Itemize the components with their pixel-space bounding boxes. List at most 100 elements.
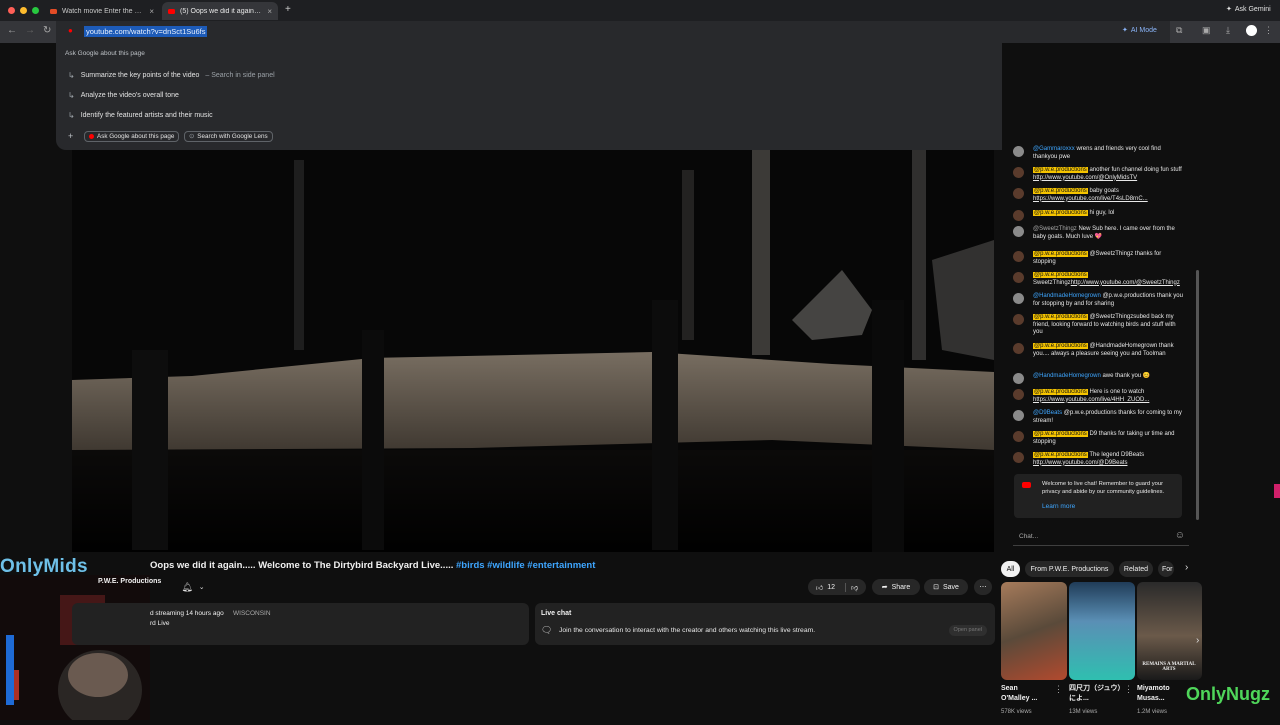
emoji-icon[interactable]: ☺ [1175,530,1185,541]
open-panel-button[interactable]: Open panel [948,625,987,636]
more-actions-button[interactable]: ⋯ [974,579,992,595]
related-menu-icon[interactable]: ⋮ [1054,684,1063,695]
filter-for-you[interactable]: For [1158,561,1174,577]
minimize-window-button[interactable] [20,7,27,14]
bookmark-icon: ⊡ [933,584,939,591]
related-title-2[interactable]: 四尺刀（ジュウ）によ... [1069,684,1123,704]
chat-author[interactable]: @HandmadeHomegrown [1033,373,1101,379]
extensions-icon[interactable]: ⧉ [1176,25,1182,36]
related-thumb-2[interactable] [1069,582,1135,680]
chat-bubble-icon: 🗨︎ [541,625,553,635]
ai-mode-label: AI Mode [1130,26,1157,34]
sidebar-icon[interactable]: ▣ [1202,25,1211,36]
profile-avatar[interactable] [1246,25,1257,36]
chat-author[interactable]: @p.w.e.productions [1033,251,1088,257]
menu-dots-icon[interactable]: ⋮ [1264,25,1273,36]
chat-author[interactable]: @HandmadeHomegrown [1033,293,1101,299]
chat-author[interactable]: @p.w.e.productions [1033,188,1088,194]
chat-author[interactable]: @D9Beats [1033,410,1062,416]
webcam-overlay [0,575,150,725]
chat-avatar[interactable] [1013,343,1024,354]
related-menu-icon[interactable]: ⋮ [1124,684,1133,695]
chat-text: SweetzThingz [1033,279,1071,286]
related-thumb-1[interactable] [1001,582,1067,680]
suggestion-analyze-tone[interactable]: ↳ Analyze the video's overall tone [68,91,179,100]
close-tab-icon[interactable]: × [149,7,154,16]
filter-related[interactable]: Related [1119,561,1153,577]
forward-arrow-icon[interactable]: → [25,25,35,36]
chat-avatar[interactable] [1013,314,1024,325]
video-hashtags[interactable]: #birds #wildlife #entertainment [456,560,595,571]
chat-avatar[interactable] [1013,226,1024,237]
address-bar[interactable]: youtube.com/watch?v=dnSct1Su6fs [84,26,208,37]
tab-watch-movie[interactable]: Watch movie Enter the Ninja × [44,2,160,20]
chat-avatar[interactable] [1013,251,1024,262]
save-button[interactable]: ⊡ Save [924,579,968,595]
chat-link[interactable]: http://www.youtube.com/@SweetzThingz [1071,280,1180,286]
chevron-right-icon[interactable]: › [1185,562,1188,573]
chat-author[interactable]: @p.w.e.productions [1033,431,1088,437]
carousel-next-icon[interactable]: › [1196,635,1199,646]
close-window-button[interactable] [8,7,15,14]
chat-avatar[interactable] [1013,389,1024,400]
new-tab-button[interactable]: + [285,4,291,15]
chat-avatar[interactable] [1013,293,1024,304]
suggestion-identify-artists[interactable]: ↳ Identify the featured artists and thei… [68,111,213,120]
chat-avatar[interactable] [1013,272,1024,283]
suggestion-text: Identify the featured artists and their … [80,112,213,119]
enter-arrow-icon: ↳ [68,71,75,80]
downloads-icon[interactable]: ⤓ [1226,25,1230,36]
related-thumb-3[interactable]: REMAINS A MARTIAL ARTS [1137,582,1202,680]
thumbs-up-icon[interactable]: 👍︎ [816,583,823,592]
ask-google-chip[interactable]: Ask Google about this page [84,131,180,142]
ai-mode-button[interactable]: ✦ AI Mode [1122,26,1157,35]
video-player[interactable] [72,150,994,552]
like-count[interactable]: 12 [827,584,835,591]
learn-more-link[interactable]: Learn more [1042,503,1075,510]
reload-icon[interactable]: ↻ [43,25,51,36]
chat-author[interactable]: @p.w.e.productions [1033,272,1088,278]
filter-from-channel[interactable]: From P.W.E. Productions [1025,561,1114,577]
suggestion-text: Summarize the key points of the video [80,72,200,79]
chat-avatar[interactable] [1013,210,1024,221]
chat-author[interactable]: @p.w.e.productions [1033,314,1088,320]
notification-bell-button[interactable]: 🔔︎ ⌄ [175,579,211,595]
channel-name[interactable]: P.W.E. Productions [98,578,161,585]
tab-title: Watch movie Enter the Ninja [62,7,145,15]
location-tag[interactable]: WISCONSIN [233,610,271,617]
chat-author[interactable]: @p.w.e.productions [1033,167,1088,173]
google-lens-chip[interactable]: ⊙ Search with Google Lens [184,131,273,142]
related-title-1[interactable]: Sean O'Malley ... [1001,684,1047,704]
chat-avatar[interactable] [1013,188,1024,199]
chat-scrollbar[interactable] [1196,270,1199,520]
close-tab-icon[interactable]: × [267,7,272,16]
maximize-window-button[interactable] [32,7,39,14]
chat-link[interactable]: http://www.youtube.com/@OnlyMidsTV [1033,175,1137,181]
chat-avatar[interactable] [1013,410,1024,421]
chat-avatar[interactable] [1013,167,1024,178]
chat-avatar[interactable] [1013,373,1024,384]
ask-gemini-button[interactable]: ✦ Ask Gemini [1226,5,1271,14]
chat-avatar[interactable] [1013,146,1024,157]
chat-avatar[interactable] [1013,431,1024,442]
tab-youtube-video[interactable]: (5) Oops we did it again..... W × [162,2,278,20]
filter-all[interactable]: All [1001,561,1020,577]
related-title-3[interactable]: Miyamoto Musas... [1137,684,1183,704]
chat-input[interactable]: Chat... ☺ [1013,528,1189,546]
chat-author[interactable]: @p.w.e.productions [1033,343,1088,349]
chat-link[interactable]: https://www.youtube.com/live/4HH_ZUOD... [1033,397,1149,403]
back-arrow-icon[interactable]: ← [7,25,17,36]
chat-avatar[interactable] [1013,452,1024,463]
plus-icon[interactable]: + [68,131,73,141]
chat-author[interactable]: @Gammaroxxx [1033,146,1075,152]
chat-author[interactable]: @p.w.e.productions [1033,210,1088,216]
share-button[interactable]: ➦ Share [872,579,920,595]
chat-author[interactable]: @SweetzThingz [1033,226,1077,232]
description-box[interactable]: d streaming 14 hours ago WISCONSIN rd Li… [72,603,529,645]
chat-author[interactable]: @p.w.e.productions [1033,452,1088,458]
chat-link[interactable]: http://www.youtube.com/@D9Beats [1033,460,1127,466]
thumbs-down-icon[interactable]: 👎︎ [845,582,858,592]
chat-link[interactable]: https://www.youtube.com/live/T4sLD8rnC..… [1033,196,1148,202]
suggestion-summarize[interactable]: ↳ Summarize the key points of the video … [68,71,275,80]
chat-author[interactable]: @p.w.e.productions [1033,389,1088,395]
